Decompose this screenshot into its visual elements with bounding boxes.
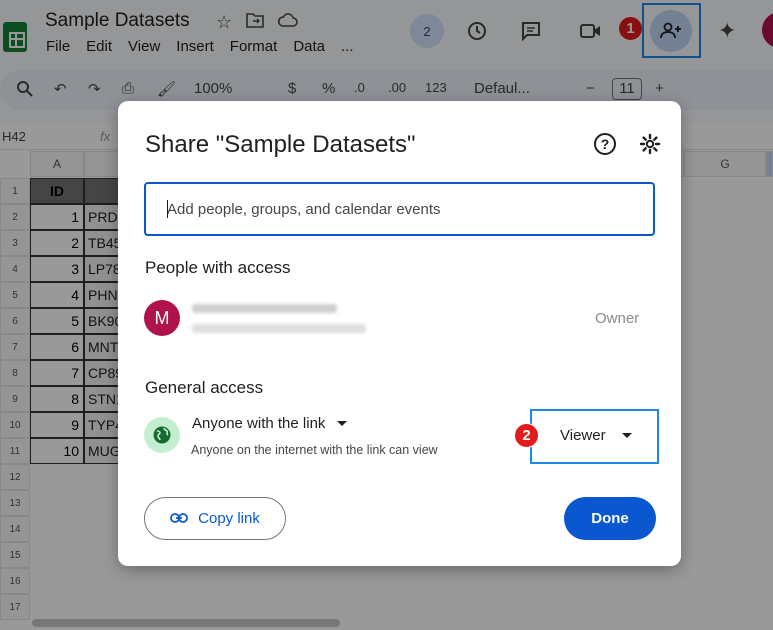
step-marker-2: 2	[514, 423, 539, 448]
text-cursor	[167, 200, 168, 218]
link-icon	[170, 510, 189, 527]
settings-gear-icon[interactable]	[639, 133, 661, 155]
copy-link-button[interactable]: Copy link	[144, 497, 286, 540]
done-button[interactable]: Done	[564, 497, 656, 540]
owner-role-label: Owner	[595, 310, 640, 327]
add-people-input[interactable]	[144, 182, 655, 236]
access-option-label: Anyone with the link	[192, 415, 326, 432]
general-access-heading: General access	[145, 378, 264, 397]
person-email-redacted	[192, 324, 366, 333]
copy-link-label: Copy link	[198, 510, 260, 527]
share-dialog: Share "Sample Datasets" ? People with ac…	[118, 101, 681, 566]
dialog-title: Share "Sample Datasets"	[145, 131, 416, 158]
person-name-redacted	[192, 304, 337, 313]
avatar: M	[144, 300, 180, 336]
people-with-access-heading: People with access	[145, 258, 291, 277]
help-icon[interactable]: ?	[594, 133, 616, 155]
access-description: Anyone on the internet with the link can…	[191, 443, 438, 457]
role-label: Viewer	[560, 427, 606, 444]
globe-icon	[144, 417, 180, 453]
dropdown-arrow-icon	[337, 421, 348, 426]
role-select[interactable]: Viewer	[530, 409, 659, 464]
general-access-select[interactable]: Anyone with the link	[192, 415, 348, 432]
dropdown-arrow-icon	[621, 433, 632, 438]
